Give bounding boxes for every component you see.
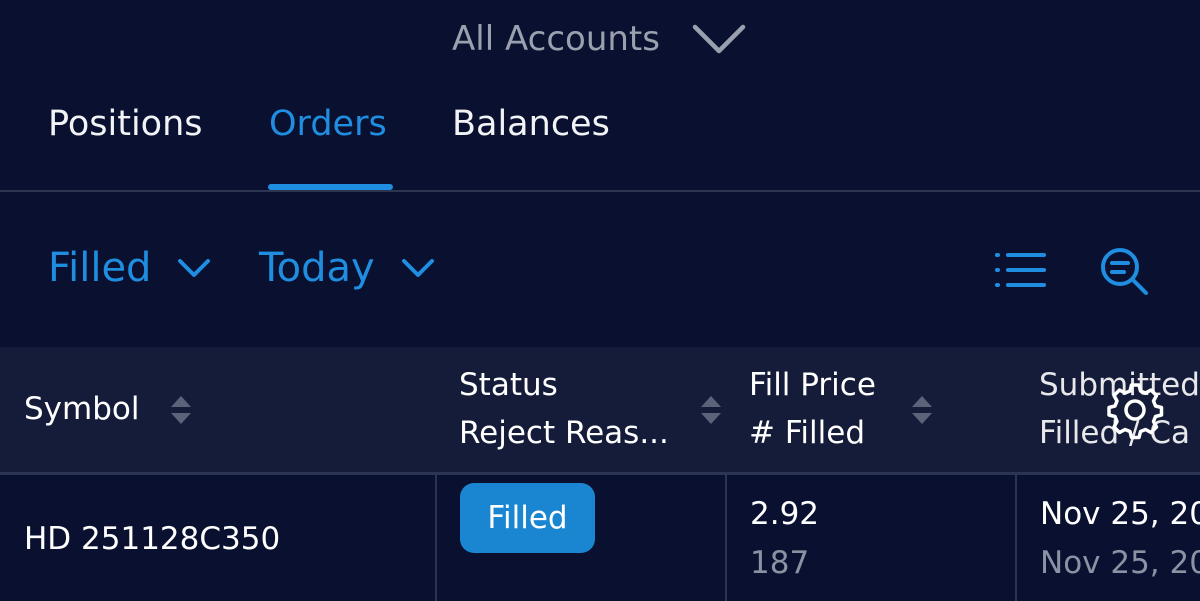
filter-bar: Filled Today: [0, 192, 1200, 347]
column-divider: [1015, 475, 1017, 601]
column-divider: [725, 475, 727, 601]
search-icon[interactable]: [1098, 245, 1152, 297]
period-filter-label: Today: [259, 245, 375, 291]
tab-positions[interactable]: Positions: [48, 104, 203, 144]
list-icon[interactable]: [994, 250, 1048, 290]
cell-fill-price: 2.92: [750, 496, 820, 532]
sort-icon[interactable]: [168, 392, 194, 428]
status-filter-label: Filled: [48, 245, 152, 291]
account-selector[interactable]: All Accounts: [0, 0, 1200, 78]
cell-symbol: HD 251128C350: [24, 521, 281, 557]
cell-filled-date: Nov 25, 20: [1040, 545, 1200, 581]
cell-filled-count: 187: [750, 545, 810, 581]
chevron-down-icon: [692, 24, 746, 54]
column-header-symbol[interactable]: Symbol: [24, 385, 139, 433]
sort-icon[interactable]: [909, 392, 935, 428]
gear-icon[interactable]: [1105, 380, 1165, 440]
chevron-down-icon: [401, 259, 434, 277]
cell-submitted-date: Nov 25, 20: [1040, 496, 1200, 532]
column-header-status[interactable]: Status Reject Reas...: [459, 361, 669, 457]
account-selector-label: All Accounts: [452, 19, 660, 59]
sort-icon[interactable]: [698, 392, 724, 428]
tab-orders[interactable]: Orders: [269, 104, 387, 144]
table-header: Symbol Status Reject Reas... Fill Price …: [0, 347, 1200, 473]
orders-screen: All Accounts Positions Orders Balances F…: [0, 0, 1200, 601]
column-header-fill-price[interactable]: Fill Price # Filled: [749, 361, 876, 457]
chevron-down-icon: [178, 259, 211, 277]
tab-bar: Positions Orders Balances: [0, 78, 1200, 191]
column-divider: [435, 475, 437, 601]
status-badge: Filled: [460, 483, 595, 553]
tab-balances[interactable]: Balances: [452, 104, 610, 144]
period-filter-dropdown[interactable]: Today: [259, 245, 435, 291]
status-filter-dropdown[interactable]: Filled: [48, 245, 211, 291]
